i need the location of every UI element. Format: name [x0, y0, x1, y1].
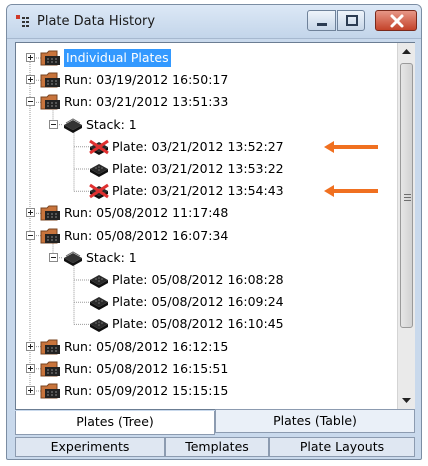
tree-node-label: Plate: 05/08/2012 16:10:45 [112, 316, 284, 332]
vertical-scrollbar[interactable] [397, 43, 415, 409]
plate-icon [90, 275, 108, 288]
collapse-minus-icon[interactable] [26, 230, 35, 240]
tree-node-label: Stack: 1 [86, 116, 137, 132]
close-button[interactable] [375, 10, 417, 31]
run-folder-icon [40, 228, 60, 244]
scroll-grip-icon [404, 194, 411, 203]
tab-templates[interactable]: Templates [165, 437, 269, 457]
run-folder-icon [40, 94, 60, 110]
tree-node-plate[interactable]: Plate: 03/21/2012 13:52:27 [16, 136, 396, 158]
collapse-minus-icon[interactable] [49, 119, 58, 129]
deleted-plate-icon [89, 139, 109, 155]
tree-node-label: Run: 05/08/2012 11:17:48 [64, 205, 229, 221]
maximize-icon [346, 15, 358, 26]
plate-icon [90, 164, 108, 177]
tree-node-label: Run: 05/09/2012 15:15:15 [64, 383, 229, 398]
tree-node-label: Run: 05/08/2012 16:07:34 [64, 227, 229, 243]
plate-icon [90, 319, 108, 333]
tree-node-label: Run: 05/08/2012 16:15:51 [64, 360, 229, 376]
minimize-icon [317, 23, 327, 26]
deleted-plate-icon [89, 183, 109, 200]
tree-node-folder[interactable]: Individual Plates [16, 47, 396, 69]
tree-node-label: Plate: 05/08/2012 16:08:28 [112, 272, 284, 287]
run-folder-icon [40, 361, 60, 377]
tab-templates-label: Templates [185, 439, 249, 454]
plate-icon [90, 297, 108, 311]
tree-node-label: Run: 03/19/2012 16:50:17 [64, 72, 229, 88]
tab-experiments[interactable]: Experiments [15, 437, 165, 457]
tab-plate-layouts[interactable]: Plate Layouts [269, 437, 415, 457]
close-icon [390, 14, 404, 28]
scroll-up-arrow-icon[interactable] [398, 43, 415, 60]
tab-plates-tree[interactable]: Plates (Tree) [15, 411, 215, 435]
tree-node-folder[interactable]: Run: 05/08/2012 11:17:48 [16, 202, 396, 224]
tree-node-stack[interactable]: Stack: 1 [16, 114, 396, 136]
tree-node-label: Run: 03/21/2012 13:51:33 [64, 94, 229, 110]
tree-node-folder[interactable]: Run: 05/09/2012 15:15:15 [16, 380, 396, 402]
tree-node-label: Plate: 03/21/2012 13:54:43 [112, 183, 284, 199]
tree-node-folder[interactable]: Run: 05/08/2012 16:12:15 [16, 336, 396, 358]
tree-node-folder[interactable]: Run: 03/19/2012 16:50:17 [16, 69, 396, 91]
run-folder-icon [40, 50, 60, 66]
tree-node-label: Plate: 03/21/2012 13:53:22 [112, 161, 284, 176]
tree-node-plate[interactable]: Plate: 03/21/2012 13:53:22 [16, 158, 396, 180]
tree-node-label: Plate: 05/08/2012 16:09:24 [112, 294, 284, 310]
plate-stack-icon [64, 118, 82, 133]
expand-plus-icon[interactable] [26, 341, 35, 351]
run-folder-icon [40, 72, 60, 88]
expand-plus-icon[interactable] [26, 208, 35, 218]
expand-plus-icon[interactable] [26, 75, 35, 85]
tree-node-folder[interactable]: Run: 05/08/2012 16:15:51 [16, 358, 396, 380]
tree-node-folder[interactable]: Run: 05/08/2012 16:07:34 [16, 225, 396, 247]
tree-node-plate[interactable]: Plate: 05/08/2012 16:10:45 [16, 313, 396, 335]
tab-plates-tree-label: Plates (Tree) [76, 414, 154, 429]
tree-node-label: Stack: 1 [86, 249, 137, 265]
tree-panel: Individual Plates Run: 03/19/2012 16:50:1… [15, 42, 415, 410]
app-icon [16, 15, 29, 27]
tab-plates-table[interactable]: Plates (Table) [215, 409, 415, 433]
window-title: Plate Data History [37, 14, 156, 29]
tree-node-stack[interactable]: Stack: 1 [16, 247, 396, 269]
view-tabs: Plates (Tree) Plates (Table) [15, 409, 415, 435]
expand-plus-icon[interactable] [26, 53, 35, 62]
expand-plus-icon[interactable] [26, 386, 35, 395]
section-tabs: Experiments Templates Plate Layouts [15, 437, 415, 457]
tab-plates-table-label: Plates (Table) [273, 413, 357, 428]
tree-node-folder[interactable]: Run: 03/21/2012 13:51:33 [16, 91, 396, 113]
title-bar[interactable]: Plate Data History [7, 5, 421, 39]
scroll-thumb[interactable] [400, 63, 413, 328]
tree-node-label: Individual Plates [64, 49, 171, 67]
annotation-arrow-icon [324, 185, 378, 198]
maximize-button[interactable] [337, 10, 365, 31]
run-folder-icon [40, 383, 60, 399]
scroll-down-arrow-icon[interactable] [398, 392, 415, 409]
plate-data-history-window: Plate Data History Individual Plates Run:… [6, 4, 422, 460]
tab-experiments-label: Experiments [50, 439, 130, 454]
collapse-minus-icon[interactable] [26, 97, 35, 107]
tree-node-label: Run: 05/08/2012 16:12:15 [64, 338, 229, 354]
plate-tree[interactable]: Individual Plates Run: 03/19/2012 16:50:1… [16, 43, 396, 409]
plate-stack-icon [64, 251, 82, 266]
tab-plate-layouts-label: Plate Layouts [299, 439, 385, 454]
tree-node-label: Plate: 03/21/2012 13:52:27 [112, 138, 284, 154]
expand-plus-icon[interactable] [26, 363, 35, 373]
minimize-button[interactable] [307, 10, 336, 31]
tree-node-plate[interactable]: Plate: 05/08/2012 16:09:24 [16, 291, 396, 313]
run-folder-icon [40, 205, 60, 221]
tree-node-plate[interactable]: Plate: 05/08/2012 16:08:28 [16, 269, 396, 291]
annotation-arrow-icon [324, 140, 378, 153]
run-folder-icon [40, 339, 60, 355]
tree-node-plate[interactable]: Plate: 03/21/2012 13:54:43 [16, 180, 396, 202]
collapse-minus-icon[interactable] [49, 252, 58, 262]
